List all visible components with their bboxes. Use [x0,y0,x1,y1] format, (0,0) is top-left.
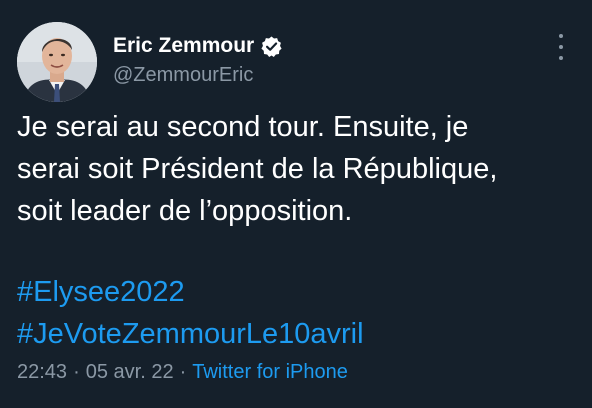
tweet-text: Je serai au second tour. Ensuite, je ser… [17,106,575,232]
more-dot [559,45,563,49]
display-name[interactable]: Eric Zemmour [113,34,254,58]
tweet-source-link[interactable]: Twitter for iPhone [192,361,348,383]
meta-separator: · [179,361,187,383]
tweet-date[interactable]: 05 avr. 22 [86,361,174,383]
avatar-image [17,22,97,102]
hashtag-list: #Elysee2022 #JeVoteZemmourLe10avril [17,271,575,355]
tweet-text-line: soit leader de l’opposition. [17,195,353,227]
verified-badge-icon [260,35,283,58]
more-dot [559,34,563,38]
hashtag-link[interactable]: #JeVoteZemmourLe10avril [17,313,575,355]
display-name-row: Eric Zemmour [113,33,283,59]
author-handle[interactable]: @ZemmourEric [113,64,283,87]
avatar[interactable] [17,22,97,102]
tweet-card: Eric Zemmour @ZemmourEric Je serai au se… [0,0,592,408]
author-names: Eric Zemmour @ZemmourEric [113,33,283,87]
tweet-meta: 22:43 · 05 avr. 22 · Twitter for iPhone [17,361,348,384]
tweet-text-line: serai soit Président de la République, [17,153,498,185]
tweet-time[interactable]: 22:43 [17,361,67,383]
tweet-text-line: Je serai au second tour. Ensuite, je [17,111,469,143]
hashtag-link[interactable]: #Elysee2022 [17,271,575,313]
tweet-header: Eric Zemmour @ZemmourEric [17,22,575,102]
more-vertical-icon[interactable] [553,34,569,60]
meta-separator: · [73,361,80,383]
tweet-body: Je serai au second tour. Ensuite, je ser… [17,106,575,355]
more-dot [559,56,563,60]
